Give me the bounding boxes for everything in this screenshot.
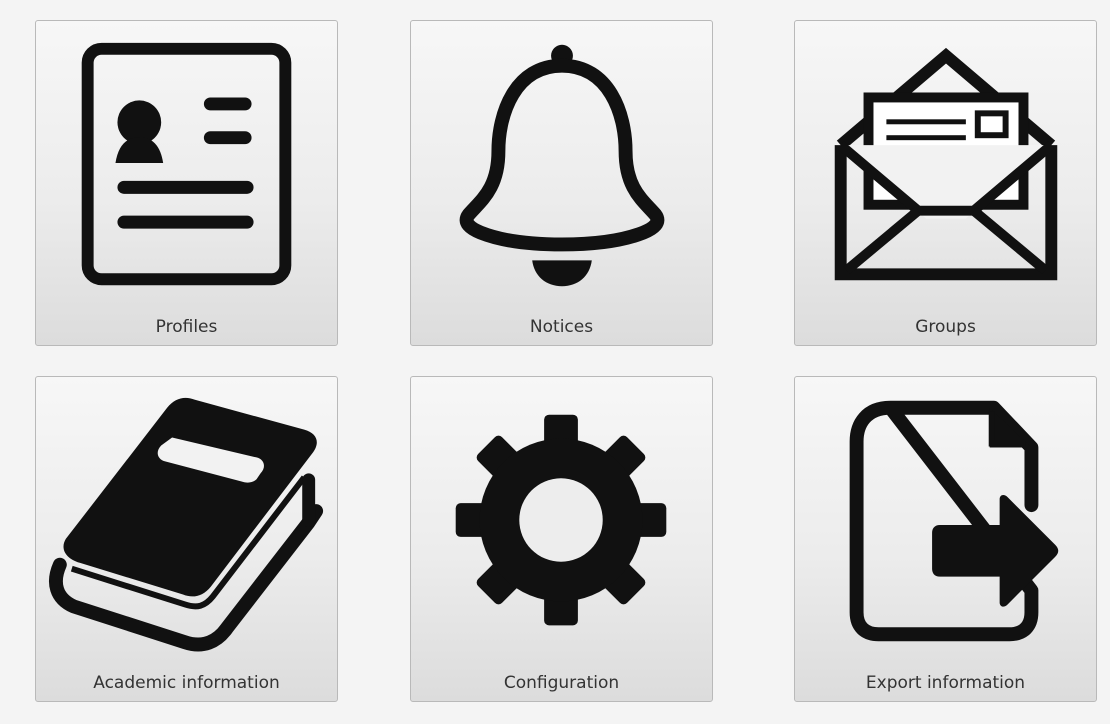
- groups-button[interactable]: Groups: [794, 20, 1097, 346]
- groups-label: Groups: [915, 317, 976, 337]
- notices-button[interactable]: Notices: [410, 20, 713, 346]
- profiles-button[interactable]: Profiles: [35, 20, 338, 346]
- file-export-icon: [849, 400, 1059, 642]
- profile-card-icon: [81, 42, 292, 286]
- gear-icon: [455, 414, 667, 626]
- envelope-icon: [834, 47, 1058, 281]
- academic-information-label: Academic information: [93, 673, 280, 693]
- configuration-label: Configuration: [503, 673, 620, 693]
- bell-icon: [459, 44, 665, 287]
- profiles-label: Profiles: [155, 317, 218, 337]
- configuration-button[interactable]: Configuration: [410, 376, 713, 702]
- export-information-label: Export information: [865, 673, 1026, 693]
- export-information-button[interactable]: Export information: [794, 376, 1097, 702]
- menu-grid: Profiles Notices Groups Academic informa…: [0, 0, 1110, 724]
- academic-information-button[interactable]: Academic information: [35, 376, 338, 702]
- notices-label: Notices: [529, 317, 594, 337]
- book-icon: [49, 397, 324, 652]
